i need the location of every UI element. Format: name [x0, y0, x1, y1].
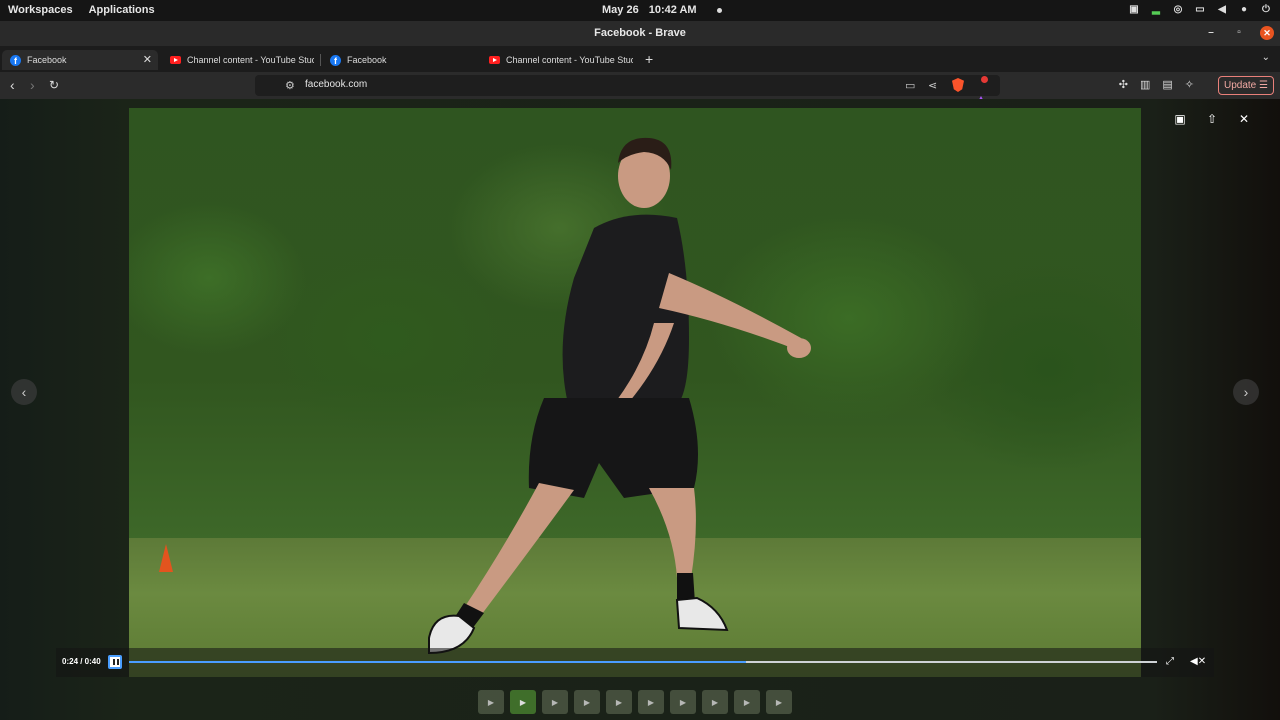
tab-label: Channel content - YouTube Stud [187, 55, 314, 65]
tab-label: Channel content - YouTube Stud [506, 55, 633, 65]
site-settings-icon[interactable]: ⚙ [285, 79, 295, 92]
time-display: 0:24 / 0:40 [62, 657, 101, 666]
back-button[interactable]: ‹ [10, 77, 15, 93]
toolbar-actions: ✣ ▥ ▤ ✧ [1119, 78, 1194, 91]
clock[interactable]: May 26 10:42 AM [602, 4, 722, 16]
maximize-button[interactable]: ▫ [1232, 26, 1246, 40]
update-button[interactable]: Update ☰ [1218, 76, 1274, 95]
media-thumbnail[interactable]: ▶ [542, 690, 568, 714]
media-thumbnail[interactable]: ▶ [670, 690, 696, 714]
tab-facebook-1[interactable]: f Facebook ✕ [2, 50, 158, 70]
media-thumbnail[interactable]: ▶ [638, 690, 664, 714]
brave-rewards-icon[interactable] [975, 76, 988, 107]
wallet-icon[interactable]: ▤ [1162, 78, 1172, 91]
media-thumbnail[interactable]: ▶ [702, 690, 728, 714]
previous-media-button[interactable]: ‹ [11, 379, 37, 405]
video-frame[interactable] [129, 108, 1141, 677]
url-text: facebook.com [305, 79, 368, 90]
next-media-button[interactable]: › [1233, 379, 1259, 405]
sidebar-icon[interactable]: ▥ [1140, 78, 1150, 91]
share-icon[interactable]: ⇧ [1205, 112, 1219, 126]
media-thumbnail[interactable]: ▶ [734, 690, 760, 714]
reload-button[interactable]: ↻ [49, 77, 59, 93]
video-controls: 0:24 / 0:40 ⤢ ◀✕ [56, 648, 1214, 677]
seek-progress [129, 661, 746, 663]
tab-label: Facebook [27, 55, 67, 65]
close-window-button[interactable]: ✕ [1260, 26, 1274, 40]
tab-label: Facebook [347, 55, 387, 65]
tab-facebook-2[interactable]: f Facebook [322, 50, 477, 70]
fullscreen-icon[interactable]: ⤢ [1166, 656, 1174, 667]
window-title-bar: Facebook - Brave – ▫ ✕ [0, 21, 1280, 46]
video-person [428, 137, 811, 655]
new-tab-button[interactable]: + [645, 50, 653, 68]
tab-youtube-studio-2[interactable]: Channel content - YouTube Stud [481, 50, 633, 70]
youtube-icon [489, 56, 500, 64]
media-thumbnail[interactable]: ▶ [510, 690, 536, 714]
share-icon[interactable]: ⋖ [928, 79, 937, 92]
time-label: 10:42 AM [648, 4, 697, 16]
forward-button[interactable]: › [30, 77, 35, 93]
mute-icon[interactable]: ◀✕ [1190, 656, 1206, 667]
tab-youtube-studio-1[interactable]: Channel content - YouTube Stud [162, 50, 314, 70]
seek-bar[interactable] [129, 661, 1157, 663]
tab-bar: f Facebook ✕ Channel content - YouTube S… [0, 46, 1280, 72]
applications-menu[interactable]: Applications [89, 4, 155, 16]
workspaces-menu[interactable]: Workspaces [8, 4, 73, 16]
update-label: Update [1224, 80, 1257, 91]
vpn-icon[interactable]: ◎ [1172, 3, 1184, 15]
brave-shields-icon[interactable] [952, 78, 964, 92]
power-icon[interactable]: ⏻ [1260, 3, 1272, 15]
address-bar[interactable]: ⚙ facebook.com ▭ ⋖ [255, 75, 1000, 107]
tab-separator [320, 54, 321, 66]
window-title: Facebook - Brave [594, 27, 686, 39]
media-thumbnail[interactable]: ▶ [606, 690, 632, 714]
youtube-icon [170, 56, 181, 64]
facebook-icon: f [330, 54, 341, 66]
pause-button[interactable] [108, 655, 122, 669]
close-icon[interactable]: ✕ [1237, 112, 1251, 126]
network-icon[interactable]: ▂ [1150, 3, 1162, 15]
chevron-down-icon[interactable]: ⌄ [1262, 52, 1270, 63]
media-thumbnail[interactable]: ▶ [478, 690, 504, 714]
cast-icon[interactable]: ▭ [905, 79, 915, 92]
facebook-icon: f [10, 54, 21, 66]
media-thumbnail-strip: ▶ ▶ ▶ ▶ ▶ ▶ ▶ ▶ ▶ ▶ [478, 690, 792, 714]
volume-icon[interactable]: ◀ [1216, 3, 1228, 15]
system-top-bar: Workspaces Applications May 26 10:42 AM … [0, 0, 1280, 21]
system-tray: ▣ ▂ ◎ ▭ ◀ ● ⏻ [1128, 3, 1272, 15]
tab-close-icon[interactable]: ✕ [143, 50, 152, 70]
date-label: May 26 [602, 4, 639, 16]
tag-icon[interactable]: ▣ [1173, 112, 1187, 126]
viewer-actions: ▣ ⇧ ✕ [1173, 112, 1251, 126]
display-icon[interactable]: ▭ [1194, 3, 1206, 15]
extensions-icon[interactable]: ✣ [1119, 78, 1128, 91]
media-thumbnail[interactable]: ▶ [766, 690, 792, 714]
notification-dot [716, 7, 722, 13]
window-icon[interactable]: ▣ [1128, 3, 1140, 15]
leo-ai-icon[interactable]: ✧ [1185, 78, 1194, 91]
media-thumbnail[interactable]: ▶ [574, 690, 600, 714]
browser-toolbar: ‹ › ↻ ⚐ ⚙ facebook.com ▭ ⋖ ✣ ▥ ▤ ✧ Updat… [0, 72, 1280, 107]
microphone-icon[interactable]: ● [1238, 3, 1250, 15]
minimize-button[interactable]: – [1204, 26, 1218, 40]
